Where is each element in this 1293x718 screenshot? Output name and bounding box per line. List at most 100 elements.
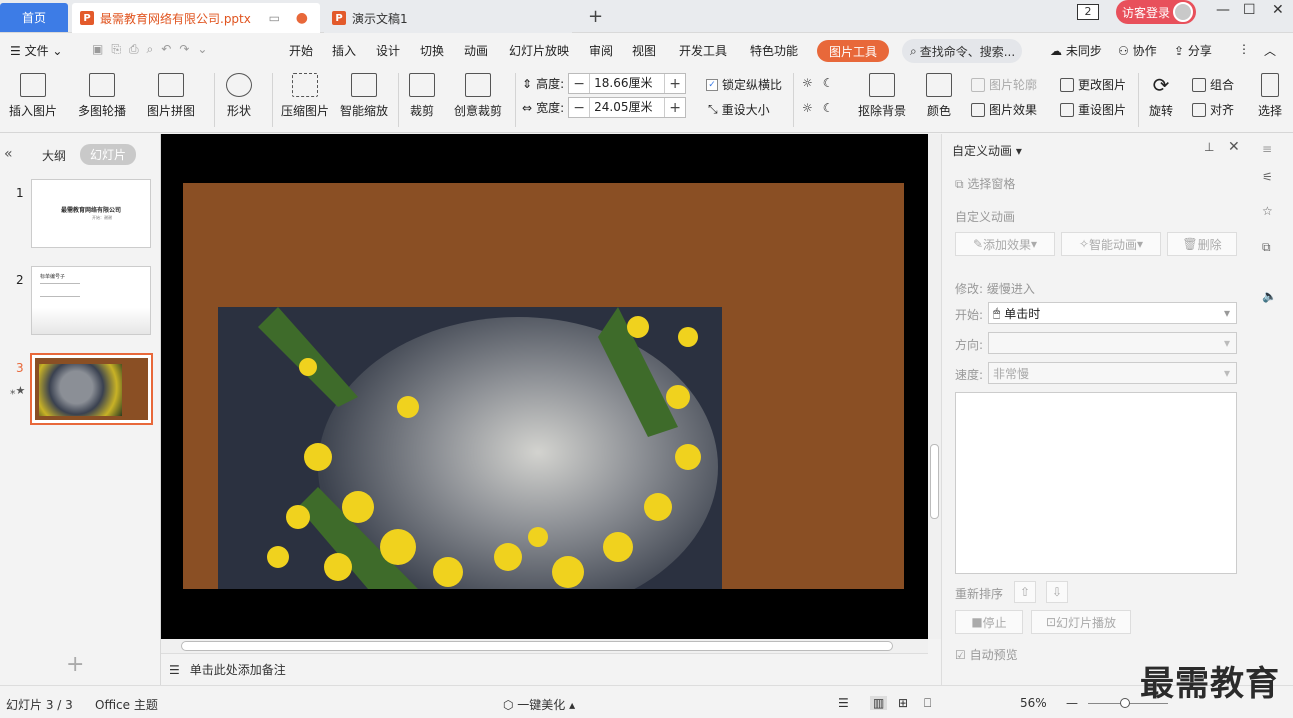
reset-picture-button[interactable]: 重设图片 bbox=[1060, 101, 1126, 118]
zoom-out-icon[interactable]: — bbox=[1066, 696, 1078, 710]
maximize-icon[interactable]: ☐ bbox=[1243, 2, 1256, 18]
align-button[interactable]: 对齐 bbox=[1192, 101, 1234, 118]
notes-area[interactable]: ☰ 单击此处添加备注 bbox=[161, 653, 928, 685]
horizontal-scrollbar[interactable] bbox=[161, 639, 928, 653]
collab-button[interactable]: ⚇ 协作 bbox=[1118, 42, 1157, 59]
delete-button[interactable]: 🗑 删除 bbox=[1167, 232, 1237, 256]
sliders-icon[interactable]: ⚟ bbox=[1262, 170, 1273, 184]
slide-thumbnail-3[interactable] bbox=[30, 353, 153, 425]
remove-background-button[interactable]: 抠除背景 bbox=[858, 73, 906, 119]
copy-icon[interactable]: ⧉ bbox=[1262, 240, 1271, 255]
theme-name[interactable]: Office 主题 bbox=[95, 696, 158, 713]
menu-features[interactable]: 特色功能 bbox=[750, 42, 798, 59]
beautify-button[interactable]: ⬡ 一键美化 ▴ bbox=[503, 696, 575, 713]
slide-thumbnail-1[interactable]: 最需教育网络有限公司 开始：谢谢 bbox=[31, 179, 151, 248]
lock-ratio-checkbox[interactable]: ✓ 锁定纵横比 bbox=[706, 76, 782, 93]
menu-design[interactable]: 设计 bbox=[376, 42, 400, 59]
more-icon[interactable]: ⋮ bbox=[1238, 42, 1250, 56]
monitor-icon[interactable]: ▭ bbox=[269, 11, 280, 25]
unsaved-dot-icon[interactable]: ● bbox=[296, 10, 308, 26]
vertical-scrollbar[interactable] bbox=[928, 134, 941, 639]
pin-icon[interactable]: ⊥ bbox=[1204, 140, 1214, 154]
direction-select[interactable]: ▾ bbox=[988, 332, 1237, 354]
scroll-thumb[interactable] bbox=[181, 641, 893, 651]
animation-list[interactable] bbox=[955, 392, 1237, 574]
tab-home[interactable]: 首页 bbox=[0, 3, 68, 32]
tab-doc-active[interactable]: P 最需教育网络有限公司.pptx ▭ ● bbox=[72, 3, 320, 33]
reading-view-icon[interactable]: ⎕ bbox=[924, 696, 931, 711]
notes-toggle-icon[interactable]: ☰ bbox=[838, 696, 849, 710]
menu-lines-icon[interactable]: ≡ bbox=[1262, 142, 1272, 156]
menu-transition[interactable]: 切换 bbox=[420, 42, 444, 59]
decrease-icon[interactable]: − bbox=[569, 100, 589, 116]
tab-outline[interactable]: 大纲 bbox=[42, 147, 66, 164]
width-input[interactable]: 24.05厘米 bbox=[589, 98, 666, 117]
tab-picture-tools[interactable]: 图片工具 bbox=[817, 40, 889, 62]
picture-effect-button[interactable]: 图片效果 bbox=[971, 101, 1037, 118]
decrease-icon[interactable]: − bbox=[569, 76, 589, 92]
collapse-ribbon-icon[interactable]: ︿ bbox=[1264, 42, 1276, 59]
new-tab-icon[interactable]: + bbox=[588, 6, 603, 27]
zoom-level[interactable]: 56% bbox=[1020, 696, 1047, 710]
increase-icon[interactable]: + bbox=[665, 100, 685, 116]
color-button[interactable]: 颜色 bbox=[926, 73, 952, 119]
menu-devtools[interactable]: 开发工具 bbox=[679, 42, 727, 59]
menu-review[interactable]: 审阅 bbox=[589, 42, 613, 59]
picture-outline-button[interactable]: 图片轮廓 bbox=[971, 76, 1037, 93]
shape-button[interactable]: 形状 bbox=[226, 73, 252, 119]
visitor-login-button[interactable]: 访客登录 bbox=[1116, 0, 1196, 24]
quick-access-toolbar[interactable]: ▣⎘⎙⌕↶↷⌄ bbox=[92, 42, 215, 57]
menu-slideshow[interactable]: 幻灯片放映 bbox=[509, 42, 569, 59]
menu-start[interactable]: 开始 bbox=[289, 42, 313, 59]
brightness-contrast-buttons[interactable]: ☼☾ bbox=[802, 76, 844, 90]
sync-button[interactable]: ☁ 未同步 bbox=[1050, 42, 1102, 59]
menu-insert[interactable]: 插入 bbox=[332, 42, 356, 59]
increase-icon[interactable]: + bbox=[665, 76, 685, 92]
slide-canvas[interactable] bbox=[183, 183, 904, 589]
change-picture-button[interactable]: 更改图片 bbox=[1060, 76, 1126, 93]
select-pane-button[interactable]: ⧉ 选择窗格 bbox=[955, 175, 1015, 192]
autopreview-checkbox[interactable]: ☑ 自动预览 bbox=[955, 646, 1018, 663]
slide-sorter-icon[interactable]: ⊞ bbox=[898, 696, 908, 710]
tab-doc-2[interactable]: P 演示文稿1 bbox=[324, 3, 572, 33]
brightness-contrast-buttons-2[interactable]: ☼☾ bbox=[802, 101, 844, 115]
close-icon[interactable]: ✕ bbox=[1272, 2, 1284, 18]
zoom-slider-thumb[interactable] bbox=[1120, 698, 1130, 708]
resize-button[interactable]: ⤡ 重设大小 bbox=[708, 101, 770, 118]
normal-view-icon[interactable]: ▥ bbox=[870, 696, 888, 710]
multi-carousel-button[interactable]: 多图轮播 bbox=[78, 73, 126, 119]
panel-title-dropdown[interactable]: 自定义动画 ▾ bbox=[952, 142, 1022, 159]
tab-slides[interactable]: 幻灯片 bbox=[80, 144, 137, 165]
menu-animation[interactable]: 动画 bbox=[464, 42, 488, 59]
smart-animation-button[interactable]: ✧ 智能动画 ▾ bbox=[1061, 232, 1161, 256]
insert-picture-button[interactable]: 插入图片 bbox=[9, 73, 57, 119]
star-icon[interactable]: ☆ bbox=[1262, 204, 1273, 218]
crop-button[interactable]: 裁剪 bbox=[409, 73, 435, 119]
search-input[interactable]: ⌕ 查找命令、搜索... bbox=[902, 39, 1022, 63]
sound-icon[interactable]: 🔈 bbox=[1262, 289, 1277, 303]
window-count-badge[interactable]: 2 bbox=[1077, 4, 1099, 20]
share-button[interactable]: ⇪ 分享 bbox=[1174, 42, 1212, 59]
file-menu[interactable]: ☰ 文件 ⌄ bbox=[10, 42, 62, 59]
speed-select[interactable]: 非常慢 ▾ bbox=[988, 362, 1237, 384]
close-panel-icon[interactable]: ✕ bbox=[1228, 139, 1240, 155]
slideshow-button[interactable]: ⊡ 幻灯片播放 bbox=[1031, 610, 1131, 634]
start-select[interactable]: 🖱 单击时 ▾ bbox=[988, 302, 1237, 324]
height-input[interactable]: 18.66厘米 bbox=[589, 74, 666, 93]
rotate-button[interactable]: ⟳ 旋转 bbox=[1148, 73, 1174, 119]
collapse-panel-icon[interactable]: « bbox=[4, 146, 13, 162]
move-up-icon[interactable]: ⇧ bbox=[1014, 581, 1036, 603]
stop-button[interactable]: ■ 停止 bbox=[955, 610, 1023, 634]
select-button[interactable]: 选择 bbox=[1258, 73, 1282, 119]
height-stepper[interactable]: − 18.66厘米 + bbox=[568, 73, 687, 94]
flower-picture[interactable] bbox=[218, 307, 722, 589]
move-down-icon[interactable]: ⇩ bbox=[1046, 581, 1068, 603]
creative-crop-button[interactable]: 创意裁剪 bbox=[454, 73, 502, 119]
minimize-icon[interactable]: — bbox=[1216, 2, 1230, 18]
smart-zoom-button[interactable]: 智能缩放 bbox=[340, 73, 388, 119]
menu-view[interactable]: 视图 bbox=[632, 42, 656, 59]
add-effect-button[interactable]: ✎ 添加效果 ▾ bbox=[955, 232, 1055, 256]
compress-picture-button[interactable]: 压缩图片 bbox=[281, 73, 329, 119]
add-slide-icon[interactable]: + bbox=[66, 652, 84, 677]
group-button[interactable]: 组合 bbox=[1192, 76, 1234, 93]
